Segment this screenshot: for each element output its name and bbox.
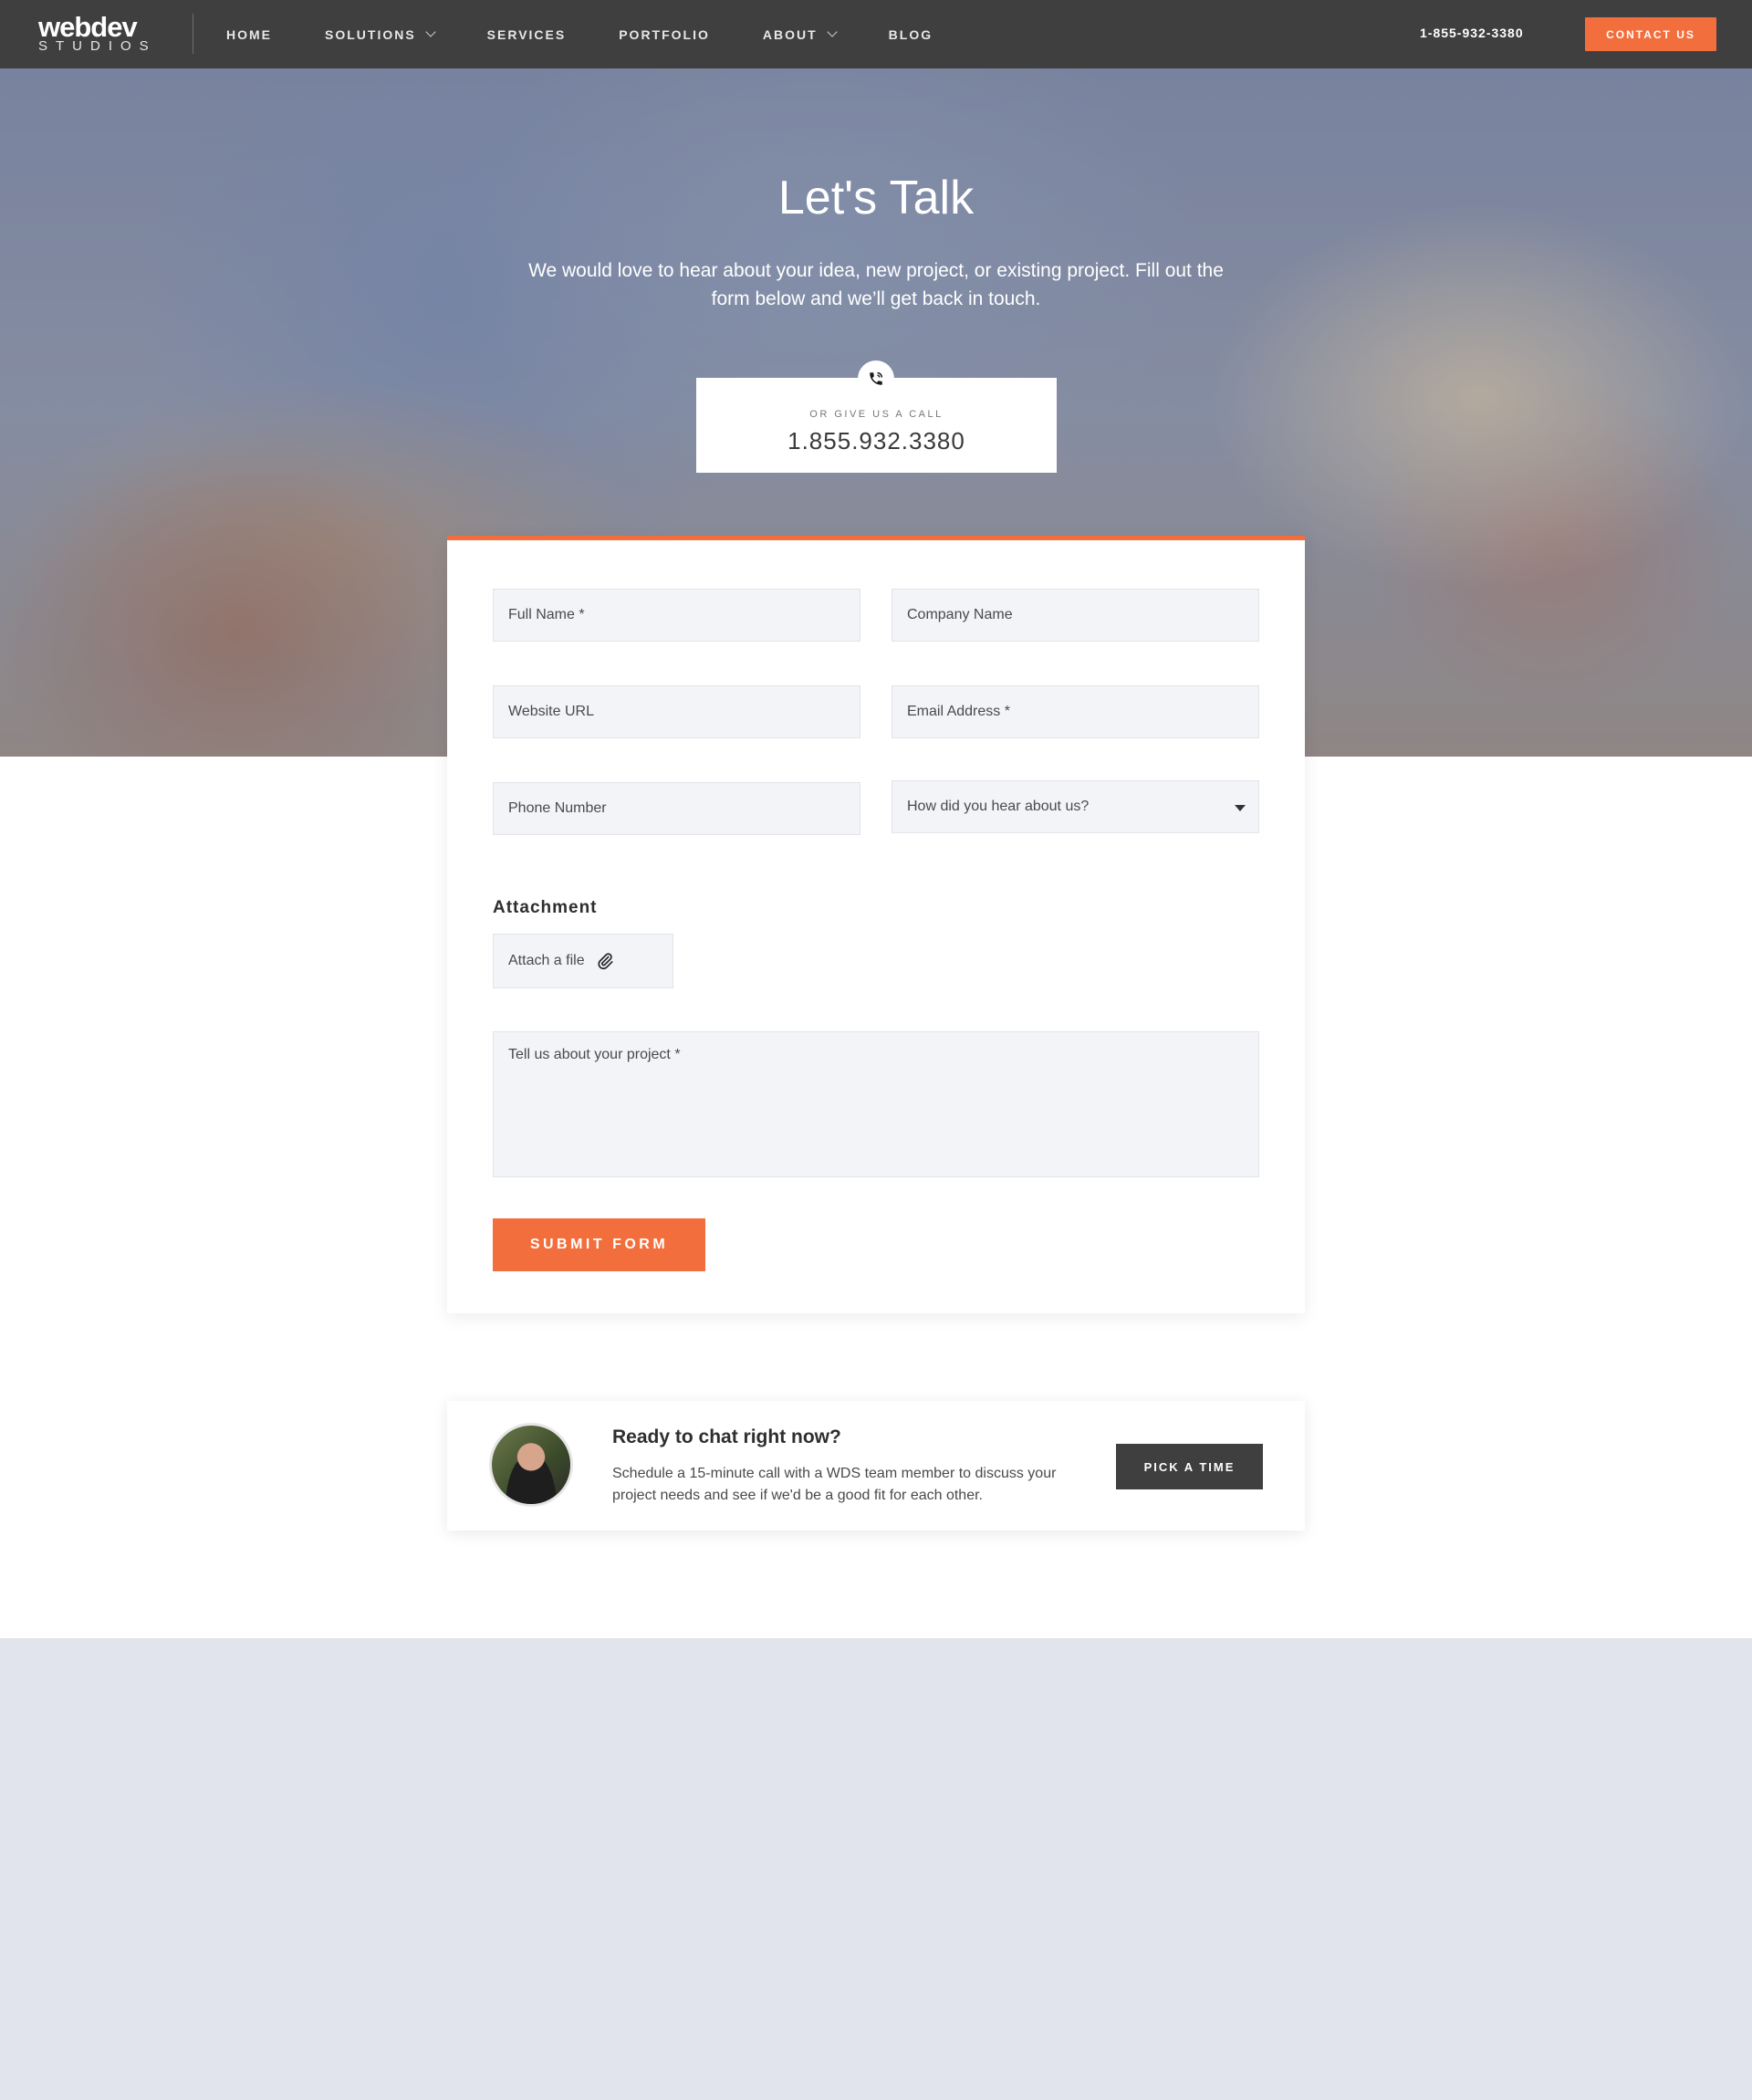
email-field[interactable]: Email Address *	[892, 685, 1259, 738]
chevron-down-icon	[827, 26, 838, 37]
submit-form-button[interactable]: SUBMIT FORM	[493, 1218, 705, 1271]
caret-down-icon	[1235, 805, 1246, 811]
logo[interactable]: webdev STUDIOS	[38, 13, 157, 53]
call-phone-number[interactable]: 1.855.932.3380	[696, 427, 1057, 455]
main-menu: HOME SOLUTIONS SERVICES PORTFOLIO ABOUT …	[226, 0, 986, 68]
logo-main-text: webdev	[38, 11, 138, 43]
header-phone-link[interactable]: 1-855-932-3380	[1420, 26, 1524, 40]
menu-item-label: BLOG	[888, 26, 933, 42]
project-description-field[interactable]: Tell us about your project *	[493, 1031, 1259, 1177]
menu-item-label: SERVICES	[486, 26, 567, 42]
site-header: webdev STUDIOS HOME SOLUTIONS SERVICES P…	[0, 0, 1752, 68]
menu-item-services[interactable]: SERVICES	[487, 27, 567, 42]
project-description-placeholder: Tell us about your project *	[508, 1047, 681, 1062]
page-title: Let's Talk	[777, 172, 975, 225]
website-url-placeholder: Website URL	[508, 704, 594, 719]
contact-form: Full Name * Company Name Website URL Ema…	[447, 536, 1305, 1313]
menu-item-solutions[interactable]: SOLUTIONS	[325, 26, 436, 42]
attach-file-label: Attach a file	[508, 953, 585, 968]
menu-item-blog[interactable]: BLOG	[889, 27, 933, 42]
menu-item-label: PORTFOLIO	[619, 26, 710, 42]
call-label: OR GIVE US A CALL	[809, 409, 944, 420]
attach-file-button[interactable]: Attach a file	[493, 934, 673, 988]
pick-a-time-button[interactable]: PICK A TIME	[1116, 1444, 1263, 1489]
email-placeholder: Email Address *	[907, 704, 1010, 719]
menu-item-label: SOLUTIONS	[325, 26, 416, 42]
logo-sub-text: STUDIOS	[38, 38, 157, 54]
paperclip-icon	[598, 953, 613, 970]
attachment-heading: Attachment	[493, 898, 598, 917]
hero-subtitle: We would love to hear about your idea, n…	[528, 260, 1224, 309]
menu-item-portfolio[interactable]: PORTFOLIO	[619, 27, 710, 42]
menu-item-home[interactable]: HOME	[226, 27, 272, 42]
menu-item-about[interactable]: ABOUT	[762, 26, 838, 42]
full-name-placeholder: Full Name *	[508, 607, 585, 622]
phone-number-field[interactable]: Phone Number	[493, 782, 860, 835]
phone-icon	[858, 360, 894, 397]
company-name-field[interactable]: Company Name	[892, 589, 1259, 642]
chat-title: Ready to chat right now?	[612, 1426, 841, 1447]
contact-us-button[interactable]: CONTACT US	[1585, 17, 1716, 51]
menu-item-label: HOME	[226, 26, 272, 42]
referral-select[interactable]: How did you hear about us?	[892, 780, 1259, 833]
menu-item-label: ABOUT	[762, 26, 818, 42]
phone-number-placeholder: Phone Number	[508, 800, 607, 816]
chat-description: Schedule a 15-minute call with a WDS tea…	[612, 1466, 1057, 1503]
full-name-field[interactable]: Full Name *	[493, 589, 860, 642]
avatar	[489, 1423, 573, 1507]
referral-selected-value: How did you hear about us?	[907, 799, 1090, 814]
chevron-down-icon	[425, 26, 436, 37]
website-url-field[interactable]: Website URL	[493, 685, 860, 738]
company-name-placeholder: Company Name	[907, 607, 1013, 622]
chat-card: Ready to chat right now? Schedule a 15-m…	[447, 1401, 1305, 1531]
